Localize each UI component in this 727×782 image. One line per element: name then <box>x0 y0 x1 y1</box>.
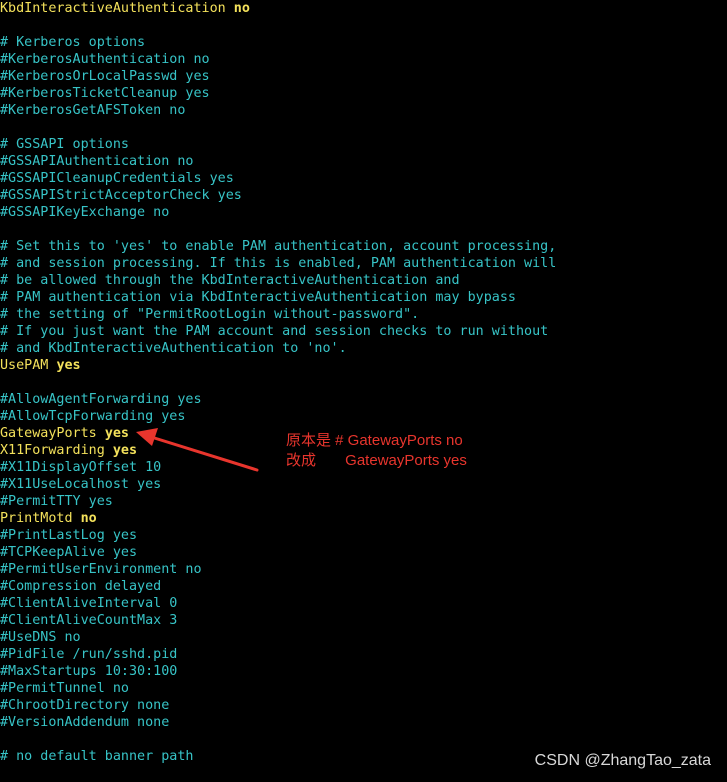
config-comment-line: # the setting of "PermitRootLogin withou… <box>0 307 420 322</box>
config-comment-line: #GSSAPIStrictAcceptorCheck yes <box>0 188 242 203</box>
config-comment-line: # and KbdInteractiveAuthentication to 'n… <box>0 341 347 356</box>
config-comment-line: #PrintLastLog yes <box>0 528 138 543</box>
config-comment-line: #UseDNS no <box>0 630 81 645</box>
config-comment-line: #GSSAPIKeyExchange no <box>0 205 170 220</box>
config-comment-line: #VersionAddendum none <box>0 715 170 730</box>
config-comment-line: # GSSAPI options <box>0 137 129 152</box>
config-directive-line: X11Forwarding yes <box>0 442 137 459</box>
config-comment-line: #AllowAgentForwarding yes <box>0 392 202 407</box>
config-comment-line: #TCPKeepAlive yes <box>0 545 138 560</box>
config-comment-line: #MaxStartups 10:30:100 <box>0 664 178 679</box>
config-directive-line: KbdInteractiveAuthentication no <box>0 0 250 17</box>
config-comment-line: # and session processing. If this is ena… <box>0 256 557 271</box>
directive-value: yes <box>56 358 81 373</box>
config-comment-line: #X11UseLocalhost yes <box>0 477 162 492</box>
directive-key: UsePAM <box>0 358 49 373</box>
directive-key: X11Forwarding <box>0 443 105 458</box>
config-directive-line: PrintMotd no <box>0 510 97 527</box>
config-comment-line: # PAM authentication via KbdInteractiveA… <box>0 290 516 305</box>
config-comment-line: #ClientAliveInterval 0 <box>0 596 178 611</box>
config-comment-line: # no default banner path <box>0 749 194 764</box>
config-comment-line: #PermitUserEnvironment no <box>0 562 202 577</box>
config-comment-line: #GSSAPIAuthentication no <box>0 154 194 169</box>
config-directive-line: GatewayPorts yes <box>0 425 129 442</box>
config-comment-line: #KerberosAuthentication no <box>0 52 210 67</box>
directive-value: yes <box>104 426 129 441</box>
config-comment-line: #Compression delayed <box>0 579 162 594</box>
directive-key: KbdInteractiveAuthentication <box>0 1 226 16</box>
directive-value: no <box>80 511 97 526</box>
config-comment-line: # Kerberos options <box>0 35 146 50</box>
directive-key: PrintMotd <box>0 511 73 526</box>
config-comment-line: #KerberosTicketCleanup yes <box>0 86 210 101</box>
config-comment-line: # If you just want the PAM account and s… <box>0 324 549 339</box>
config-comment-line: #ChrootDirectory none <box>0 698 170 713</box>
annotation-original-note: 原本是 # GatewayPorts no <box>286 432 463 449</box>
config-comment-line: #GSSAPICleanupCredentials yes <box>0 171 234 186</box>
config-comment-line: #PermitTunnel no <box>0 681 129 696</box>
annotation-changed-note: 改成 GatewayPorts yes <box>286 452 467 469</box>
config-directive-line: UsePAM yes <box>0 357 81 374</box>
config-comment-line: #AllowTcpForwarding yes <box>0 409 186 424</box>
directive-value: yes <box>112 443 138 458</box>
directive-value: no <box>233 1 250 16</box>
watermark: CSDN @ZhangTao_zata <box>534 752 711 769</box>
terminal-window: KbdInteractiveAuthentication no # Kerbero… <box>0 0 727 782</box>
config-comment-line: # Set this to 'yes' to enable PAM authen… <box>0 239 557 254</box>
config-comment-line: #X11DisplayOffset 10 <box>0 460 162 475</box>
config-comment-line: # be allowed through the KbdInteractiveA… <box>0 273 460 288</box>
config-comment-line: #ClientAliveCountMax 3 <box>0 613 178 628</box>
directive-key: GatewayPorts <box>0 426 97 441</box>
config-comment-line: #PidFile /run/sshd.pid <box>0 647 178 662</box>
config-comment-line: #PermitTTY yes <box>0 494 113 509</box>
config-comment-line: #KerberosOrLocalPasswd yes <box>0 69 210 84</box>
config-comment-line: #KerberosGetAFSToken no <box>0 103 186 118</box>
